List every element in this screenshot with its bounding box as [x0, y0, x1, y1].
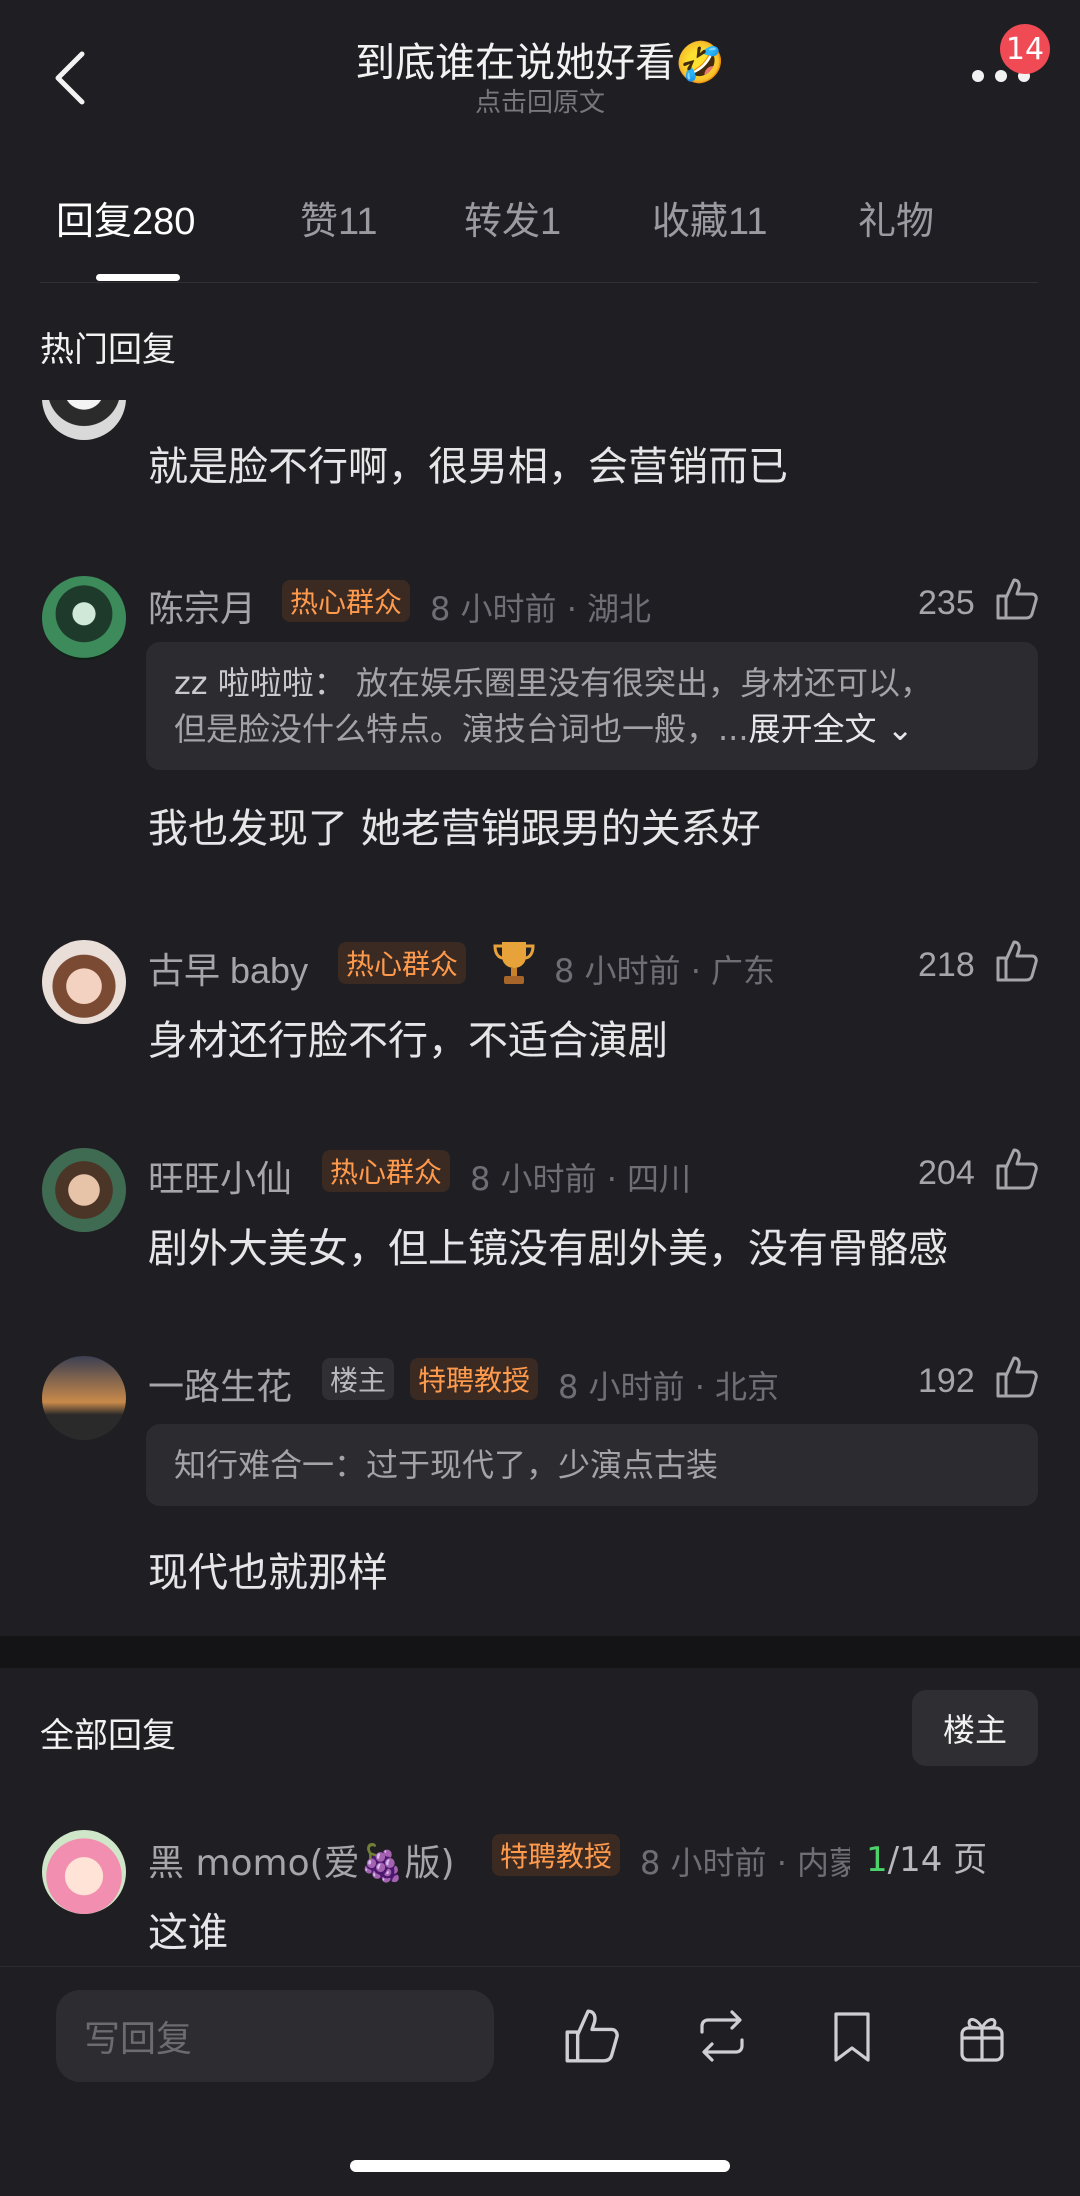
tab-favorites[interactable]: 收藏11 [652, 190, 767, 245]
divider [40, 282, 1038, 283]
home-indicator [350, 2160, 730, 2172]
user-tag: 热心群众 [322, 1150, 451, 1192]
chevron-down-icon: ⌄ [876, 710, 914, 748]
all-replies-title: 全部回复 [40, 1716, 176, 1756]
commenter-name[interactable]: 黑 momo(爱🍇版) [148, 1834, 455, 1886]
tab-replies[interactable]: 回复280 [56, 190, 195, 245]
like-count: 204 [918, 1154, 975, 1192]
comment-text[interactable]: 我也发现了 她老营销跟男的关系好 [148, 796, 761, 854]
tab-reposts[interactable]: 转发1 [464, 190, 561, 245]
user-tag: 热心群众 [282, 580, 411, 622]
comment-meta: 8 小时前 · 湖北 [430, 590, 652, 628]
avatar[interactable] [42, 1356, 126, 1440]
page-title[interactable]: 到底谁在说她好看🤣 [0, 30, 1080, 88]
commenter-name[interactable]: 陈宗月 [148, 580, 256, 632]
bookmark-icon[interactable] [822, 2006, 882, 2066]
like-count: 218 [918, 946, 975, 984]
hot-replies-title: 热门回复 [40, 330, 176, 370]
quoted-reply[interactable]: zz 啦啦啦： 放在娱乐圈里没有很突出，身材还可以， 但是脸没什么特点。演技台词… [146, 642, 1038, 770]
tab-bar: 回复280 赞11 转发1 收藏11 礼物 [0, 190, 1080, 280]
comment-text[interactable]: 现代也就那样 [148, 1540, 388, 1598]
avatar[interactable] [42, 940, 126, 1024]
commenter-name[interactable]: 旺旺小仙 [148, 1150, 292, 1202]
avatar[interactable] [42, 1830, 126, 1914]
user-tag: 特聘教授 [410, 1358, 539, 1400]
comment-text[interactable]: 这谁 [148, 1900, 228, 1958]
user-tag: 热心群众 [338, 942, 467, 984]
comment-text[interactable]: 就是脸不行啊，很男相，会营销而已 [148, 434, 788, 492]
thumbs-up-icon[interactable] [562, 2006, 622, 2066]
owner-tag: 楼主 [322, 1358, 395, 1400]
gift-icon[interactable] [952, 2006, 1012, 2066]
commenter-name[interactable]: 一路生花 [148, 1358, 292, 1410]
comment-text[interactable]: 剧外大美女，但上镜没有剧外美，没有骨骼感 [148, 1216, 948, 1274]
notification-badge[interactable]: 14 [1000, 24, 1050, 74]
owner-only-button[interactable]: 楼主 [912, 1690, 1038, 1766]
avatar[interactable] [42, 400, 126, 440]
trophy-icon [492, 938, 536, 988]
quoted-reply[interactable]: 知行难合一：过于现代了，少演点古装 [146, 1424, 1038, 1506]
thumbs-up-icon[interactable] [994, 1354, 1040, 1400]
thumbs-up-icon[interactable] [994, 938, 1040, 984]
comment-meta: 8 小时前 · 内蒙 [640, 1844, 850, 1882]
section-divider [0, 1636, 1080, 1668]
page-indicator[interactable]: 1/14 页 [866, 1832, 987, 1881]
avatar[interactable] [42, 1148, 126, 1232]
comment-meta: 8 小时前 · 广东 [554, 952, 776, 990]
comment-meta: 8 小时前 · 四川 [470, 1160, 692, 1198]
thumbs-up-icon[interactable] [994, 576, 1040, 622]
comment-meta: 8 小时前 · 北京 [558, 1368, 780, 1406]
comment-text[interactable]: 身材还行脸不行，不适合演剧 [148, 1008, 668, 1066]
like-count: 192 [918, 1362, 975, 1400]
repost-icon[interactable] [692, 2006, 752, 2066]
reply-input[interactable]: 写回复 [56, 1990, 494, 2082]
active-tab-indicator [96, 274, 180, 281]
like-count: 235 [918, 584, 975, 622]
user-tag: 特聘教授 [492, 1834, 621, 1876]
tab-likes[interactable]: 赞11 [300, 190, 377, 245]
avatar[interactable] [42, 576, 126, 660]
tab-gifts[interactable]: 礼物 [858, 190, 934, 245]
thumbs-up-icon[interactable] [994, 1146, 1040, 1192]
expand-full-text-link[interactable]: 展开全文 [749, 710, 877, 748]
back-to-original-link[interactable]: 点击回原文 [0, 82, 1080, 119]
commenter-name[interactable]: 古早 baby [148, 942, 308, 994]
